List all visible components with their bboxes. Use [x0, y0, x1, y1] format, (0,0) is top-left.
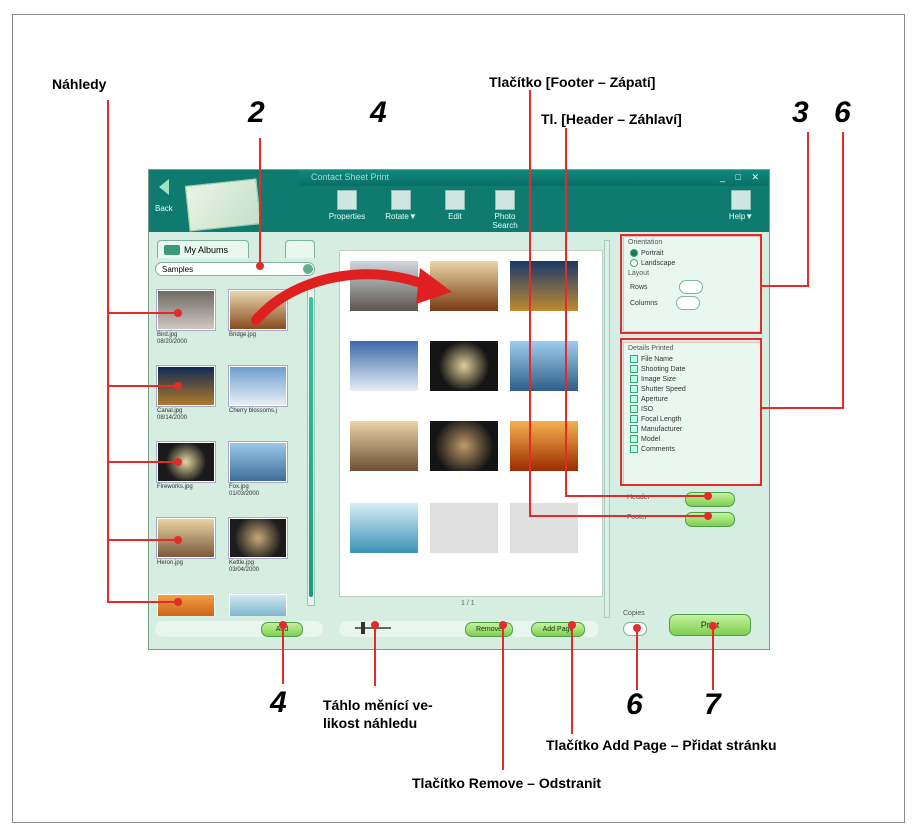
thumbnail-item[interactable]: Bird.jpg 08/20/2000: [157, 290, 215, 362]
print-button[interactable]: Print: [669, 614, 751, 636]
page-indicator: 1 / 1: [461, 600, 475, 607]
thumbnail-item[interactable]: Cherry blossoms.j: [229, 366, 287, 438]
thumbnail-item[interactable]: [157, 594, 215, 616]
callout-box-orientation: [620, 234, 762, 334]
preview-bottom-bar: Remove Add Page: [339, 621, 599, 637]
add-page-button[interactable]: Add Page: [531, 622, 585, 637]
thumbnail-item[interactable]: Bridge.jpg: [229, 290, 287, 362]
print-preview: [339, 250, 603, 597]
add-button[interactable]: Add: [261, 622, 303, 637]
album-icon: [164, 245, 180, 255]
properties-icon: [337, 190, 357, 210]
preview-empty-slot: [510, 503, 578, 553]
chevron-down-icon[interactable]: [303, 264, 313, 274]
label-slider: Táhlo měnící ve- likost náhledu: [323, 697, 433, 731]
callout-box-details: [620, 338, 762, 486]
title-bar: Contact Sheet Print _ □ ✕: [299, 170, 769, 186]
tab-my-albums[interactable]: My Albums: [157, 240, 249, 258]
tab-folders[interactable]: [285, 240, 315, 258]
album-select[interactable]: Samples: [155, 262, 315, 276]
edit-icon: [445, 190, 465, 210]
copies-spinner[interactable]: [623, 622, 647, 636]
preview-image[interactable]: [510, 261, 578, 311]
footer-label: Footer: [627, 514, 648, 521]
thumbnail-item[interactable]: [229, 594, 287, 616]
thumbnail-item[interactable]: Kettle.jpg 03/04/2000: [229, 518, 287, 590]
thumbnail-scrollbar[interactable]: [307, 286, 315, 606]
label-remove: Tlačítko Remove – Odstranit: [412, 775, 602, 791]
preview-image[interactable]: [350, 261, 418, 311]
photo-search-icon: [495, 190, 515, 210]
callout-number-4-top: 4: [370, 96, 387, 129]
rotate-icon: [391, 190, 411, 210]
toolbar-rotate-button[interactable]: Rotate▼: [381, 190, 421, 221]
slider-handle[interactable]: [361, 622, 365, 634]
thumbnail-item[interactable]: Heron.jpg: [157, 518, 215, 590]
callout-number-6-bottom: 6: [626, 688, 643, 721]
preview-scrollbar[interactable]: [604, 240, 610, 618]
preview-image[interactable]: [430, 341, 498, 391]
back-arrow-icon[interactable]: [155, 176, 177, 198]
back-label: Back: [155, 204, 173, 213]
copies-label: Copies: [623, 610, 645, 617]
header-button[interactable]: [685, 492, 735, 507]
thumbnail-list: Bird.jpg 08/20/2000 Bridge.jpg Canal.jpg…: [155, 284, 305, 616]
thumbnail-item[interactable]: Fireworks.jpg: [157, 442, 215, 514]
callout-number-6-top: 6: [834, 96, 851, 129]
preview-image[interactable]: [350, 421, 418, 471]
preview-image[interactable]: [430, 261, 498, 311]
toolbar-photo-search-button[interactable]: Photo Search: [485, 190, 525, 230]
preview-image[interactable]: [350, 503, 418, 553]
toolbar-help-button[interactable]: Help▼: [721, 190, 761, 221]
toolbar-edit-button[interactable]: Edit: [435, 190, 475, 221]
preview-image[interactable]: [430, 421, 498, 471]
thumbnail-item[interactable]: Canal.jpg 08/14/2000: [157, 366, 215, 438]
app-logo: [184, 178, 262, 232]
preview-image[interactable]: [510, 421, 578, 471]
label-header-button: Tl. [Header – Záhlaví]: [541, 111, 682, 127]
preview-image[interactable]: [350, 341, 418, 391]
album-pane: My Albums Samples Bird.jpg 08/20/2000 Br…: [155, 240, 323, 616]
window-controls[interactable]: _ □ ✕: [720, 172, 763, 183]
callout-number-3: 3: [792, 96, 809, 129]
remove-button[interactable]: Remove: [465, 622, 513, 637]
toolbar-properties-button[interactable]: Properties: [327, 190, 367, 221]
preview-image[interactable]: [510, 341, 578, 391]
help-icon: [731, 190, 751, 210]
header-label: Header: [627, 494, 650, 501]
preview-empty-slot: [430, 503, 498, 553]
callout-number-2: 2: [248, 96, 265, 129]
thumbnail-item[interactable]: Fox.jpg 01/03/2000: [229, 442, 287, 514]
label-footer-button: Tlačítko [Footer – Zápatí]: [489, 74, 656, 90]
callout-number-7: 7: [704, 688, 721, 721]
label-nahledy: Náhledy: [52, 76, 107, 92]
window-title: Contact Sheet Print: [311, 172, 390, 182]
footer-button[interactable]: [685, 512, 735, 527]
label-add-page: Tlačítko Add Page – Přidat stránku: [546, 737, 777, 753]
left-bottom-bar: Add: [155, 621, 323, 637]
callout-number-4-bottom: 4: [270, 686, 287, 719]
